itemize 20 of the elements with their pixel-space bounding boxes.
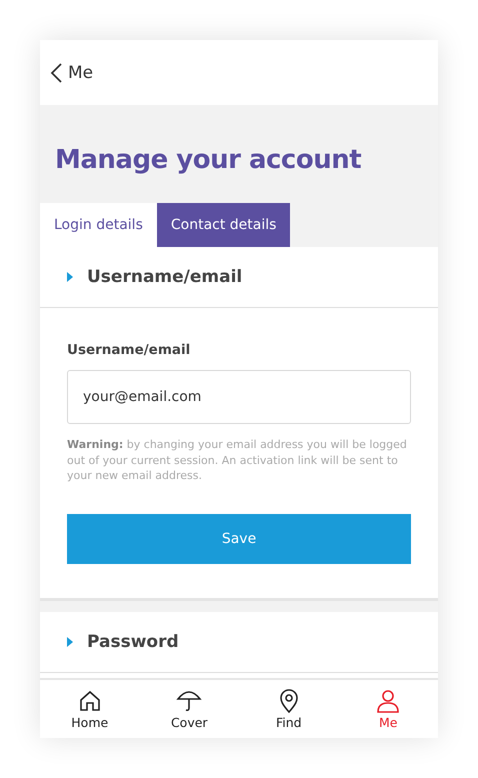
tab[interactable]: Login details — [40, 203, 157, 247]
nav-item[interactable]: Me — [338, 680, 438, 738]
section-title[interactable]: Password — [87, 632, 179, 652]
field-label: Username/email — [67, 342, 192, 358]
nav-item[interactable]: Home — [40, 680, 140, 738]
back-chevron-icon — [50, 62, 62, 82]
location-pin-icon — [278, 688, 300, 712]
back-button[interactable]: Me — [50, 62, 94, 82]
nav-item[interactable]: Cover — [140, 680, 239, 738]
home-icon — [78, 688, 102, 712]
caret-icon — [67, 272, 73, 282]
page-title: Manage your account — [55, 145, 362, 175]
caret-icon — [67, 636, 73, 646]
nav-item[interactable]: Find — [239, 680, 338, 738]
tab[interactable]: Contact details — [156, 203, 290, 247]
person-icon — [376, 688, 400, 712]
umbrella-icon — [176, 688, 202, 712]
email-field[interactable]: your@email.com — [67, 370, 411, 424]
warning-text: Warning: by changing your email address you will be logged out of your current session. An activation link will be sent to your new email address. — [67, 437, 408, 484]
section-title[interactable]: Username/email — [87, 267, 242, 287]
